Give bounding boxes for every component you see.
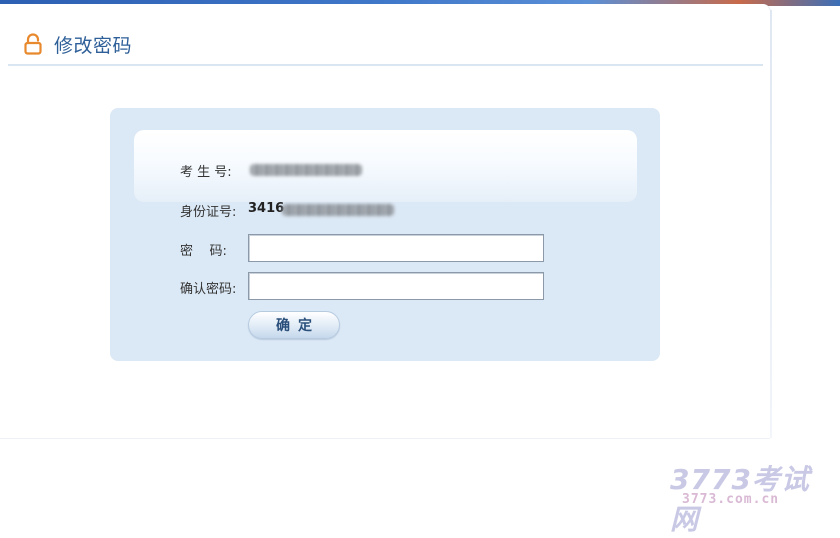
id-number-label: 身份证号: [180, 204, 237, 220]
password-row: 密 码: [110, 234, 660, 264]
exam-number-value [250, 164, 362, 176]
page-header: 修改密码 [8, 24, 763, 66]
confirm-password-input[interactable] [248, 272, 544, 300]
exam-number-row: 考 生 号: [110, 158, 660, 182]
id-number-value-prefix: 3416 [248, 201, 285, 216]
exam-number-label: 考 生 号: [180, 164, 232, 180]
confirm-password-label: 确认密码: [180, 282, 237, 297]
main-panel: 修改密码 考 生 号: 身份证号: 3416 密 码: 确认密码: 确定 [0, 4, 770, 438]
password-label: 密 码: [180, 244, 227, 259]
change-password-form: 考 生 号: 身份证号: 3416 密 码: 确认密码: 确定 [110, 108, 660, 361]
watermark-sub-text: 3773.com.cn [682, 492, 780, 507]
panel-edge [770, 10, 772, 438]
lock-icon [22, 33, 44, 55]
site-watermark: 3773考试网 3773.com.cn [670, 458, 830, 536]
password-input[interactable] [248, 234, 544, 262]
id-number-row: 身份证号: 3416 [110, 198, 660, 222]
submit-button[interactable]: 确定 [248, 311, 340, 339]
id-number-value-obscured [282, 204, 394, 216]
page-title: 修改密码 [54, 34, 133, 57]
confirm-password-row: 确认密码: [110, 272, 660, 302]
